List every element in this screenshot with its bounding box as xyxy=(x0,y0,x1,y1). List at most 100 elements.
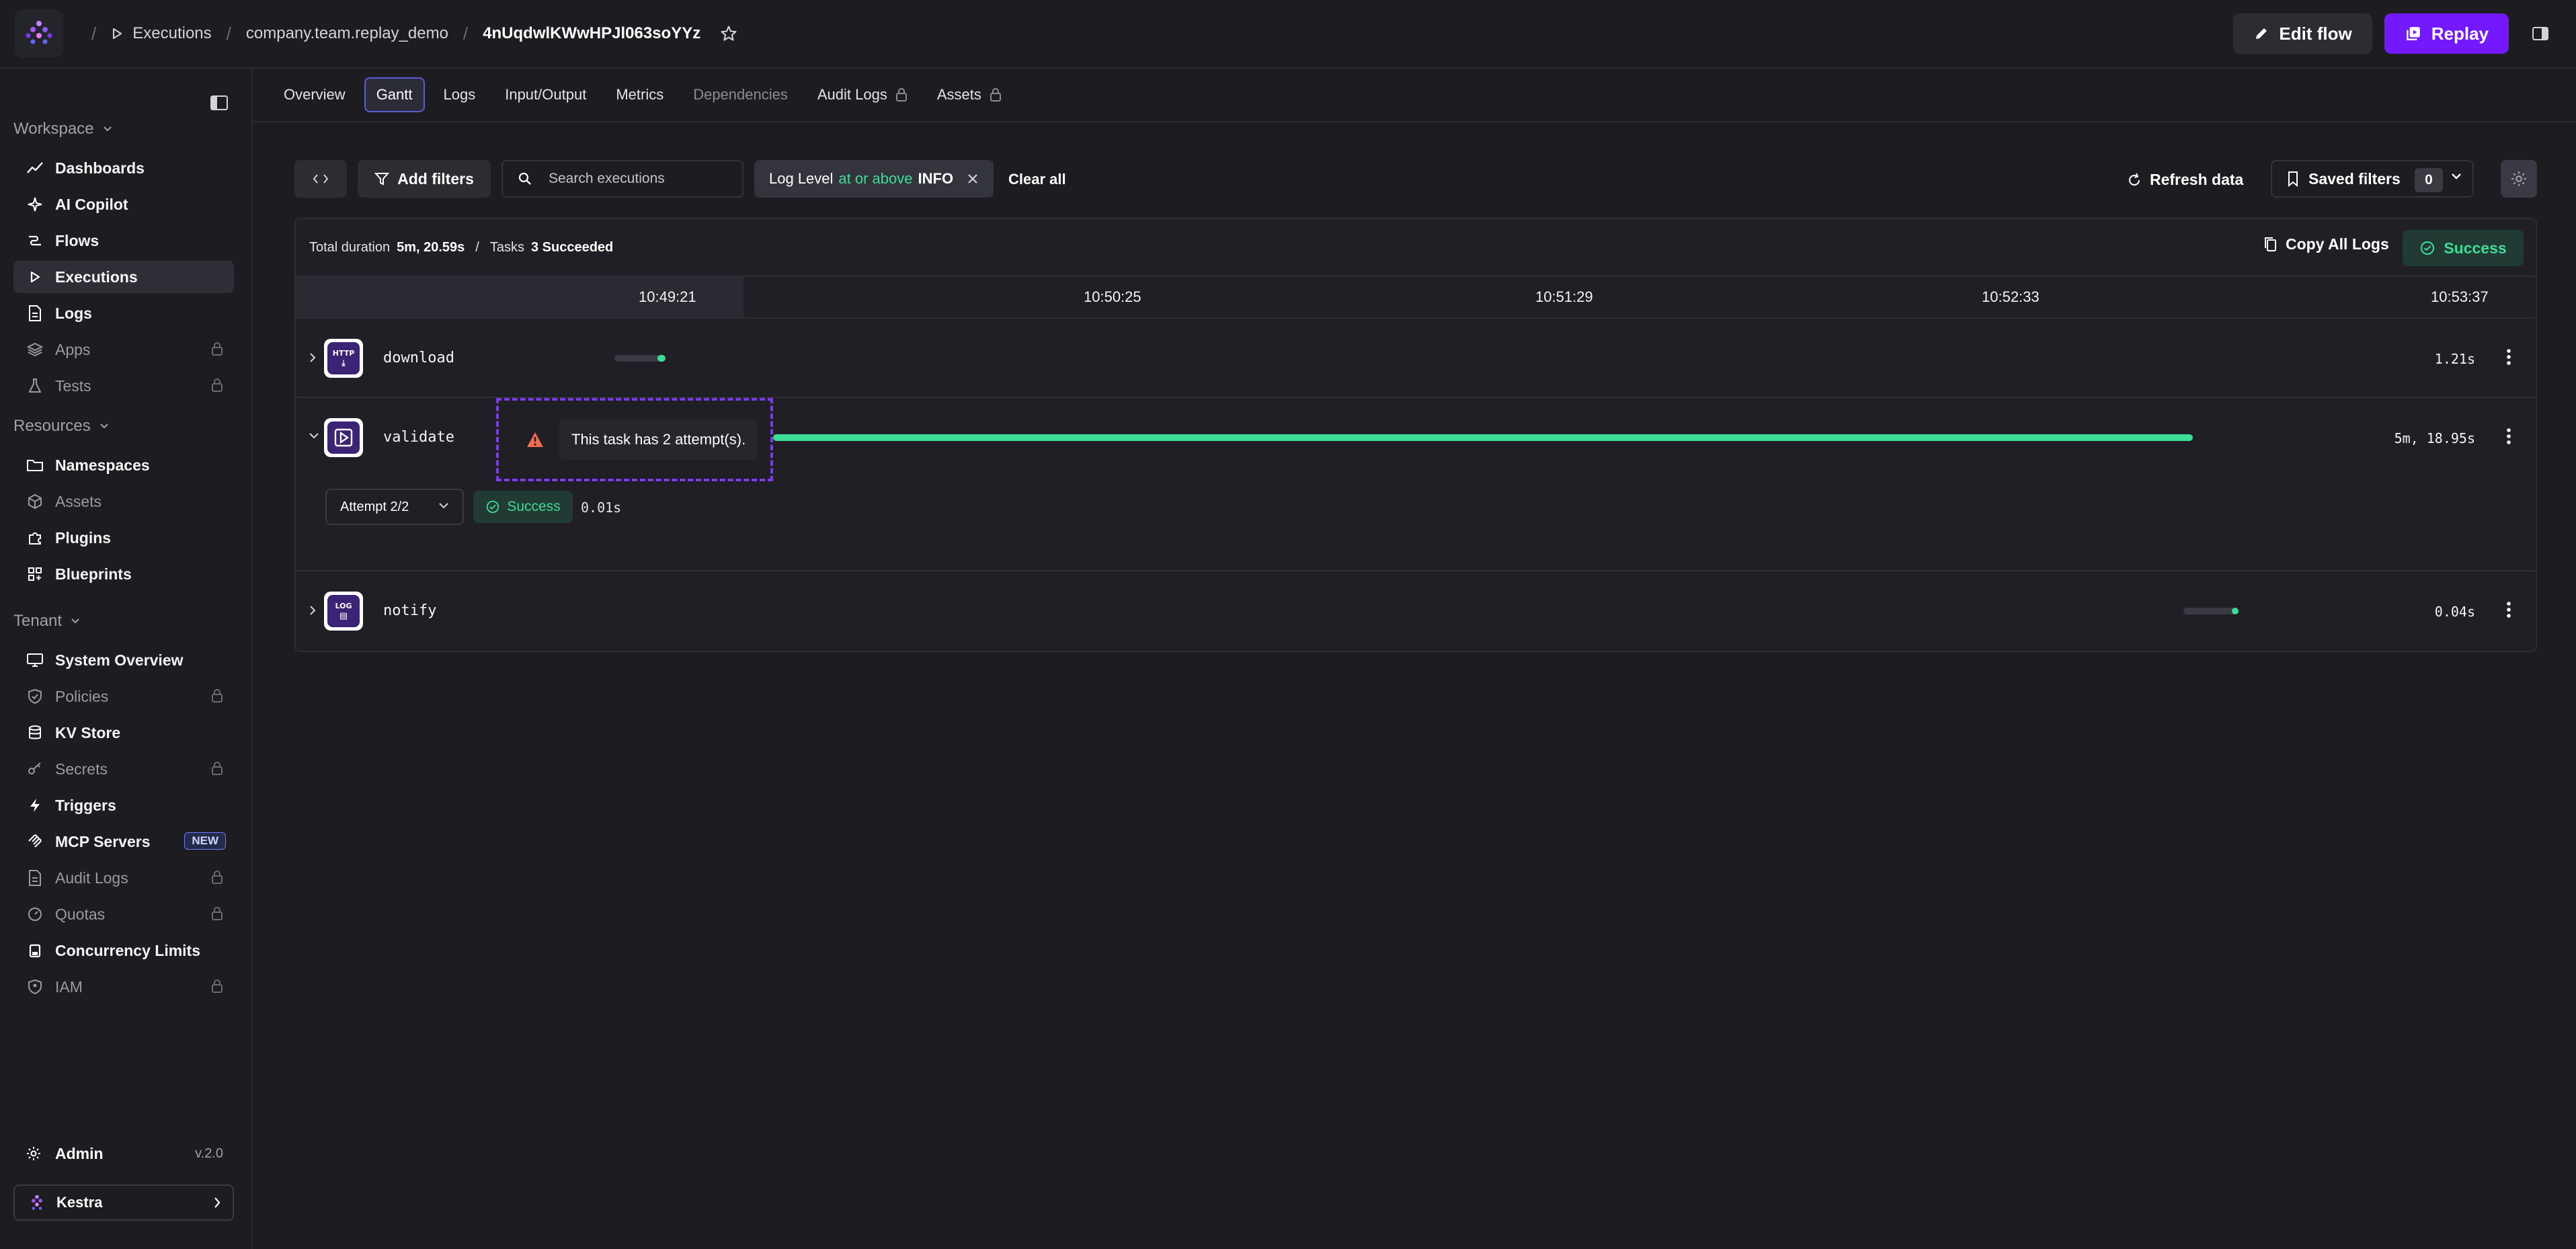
tab-label: Dependencies xyxy=(693,86,788,103)
add-filters-label: Add filters xyxy=(397,169,474,188)
right-panel-toggle-icon[interactable] xyxy=(2532,26,2549,42)
sidebar-item-tests[interactable]: Tests xyxy=(13,370,234,402)
chevron-right-icon[interactable] xyxy=(308,604,317,617)
edit-flow-button[interactable]: Edit flow xyxy=(2233,13,2372,54)
task-name: notify xyxy=(383,602,437,619)
chevron-down-icon[interactable] xyxy=(308,432,320,441)
puzzle-icon xyxy=(26,528,44,547)
chevron-down-icon xyxy=(437,501,450,511)
task-row-validate[interactable]: validate This task has 2 attempt(s). 5m,… xyxy=(296,398,2536,571)
resources-section-toggle[interactable]: Resources xyxy=(13,417,110,436)
attempt-select[interactable]: Attempt 2/2 xyxy=(325,489,464,525)
breadcrumb-executions[interactable]: Executions xyxy=(111,24,212,43)
table-settings-button[interactable] xyxy=(2501,160,2537,198)
saved-filters-count: 0 xyxy=(2415,168,2443,192)
task-bar[interactable] xyxy=(657,355,666,362)
sidebar-item-namespaces[interactable]: Namespaces xyxy=(13,449,234,481)
check-circle-icon xyxy=(487,500,499,514)
sidebar-item-policies[interactable]: Policies xyxy=(13,680,234,713)
sidebar-item-mcp-servers[interactable]: MCP Servers NEW xyxy=(13,825,234,858)
sidebar-item-kv-store[interactable]: KV Store xyxy=(13,717,234,749)
execution-summary: Total duration 5m, 20.59s / Tasks 3 Succ… xyxy=(296,219,2536,277)
kestra-logo[interactable] xyxy=(15,9,63,58)
sidebar-item-assets[interactable]: Assets xyxy=(13,485,234,518)
sidebar-item-label: Logs xyxy=(55,304,92,322)
sidebar-item-executions[interactable]: Executions xyxy=(13,261,234,293)
breadcrumb-namespace[interactable]: company.team.replay_demo xyxy=(246,24,448,43)
sidebar-item-system-overview[interactable]: System Overview xyxy=(13,644,234,676)
sparkle-icon xyxy=(26,195,44,214)
copy-all-logs-button[interactable]: Copy All Logs xyxy=(2263,235,2389,253)
tab-overview[interactable]: Overview xyxy=(273,77,356,112)
kebab-menu-icon[interactable] xyxy=(2506,601,2511,618)
attempt-status-label: Success xyxy=(507,499,561,514)
tab-metrics[interactable]: Metrics xyxy=(605,77,674,112)
task-row-notify[interactable]: LOG ▤ notify 0.04s xyxy=(296,571,2536,651)
tab-input-output[interactable]: Input/Output xyxy=(494,77,597,112)
kebab-menu-icon[interactable] xyxy=(2506,348,2511,366)
sidebar-item-ai-copilot[interactable]: AI Copilot xyxy=(13,188,234,220)
chevron-right-icon[interactable] xyxy=(308,351,317,364)
sidebar-item-label: KV Store xyxy=(55,723,121,741)
copy-all-logs-label: Copy All Logs xyxy=(2286,235,2389,253)
lock-icon xyxy=(211,378,223,393)
sidebar-item-concurrency-limits[interactable]: Concurrency Limits xyxy=(13,934,234,967)
shield-icon xyxy=(26,687,44,706)
sidebar-item-plugins[interactable]: Plugins xyxy=(13,522,234,554)
favorite-star-icon[interactable] xyxy=(719,24,738,43)
sidebar-item-blueprints[interactable]: Blueprints xyxy=(13,558,234,590)
sidebar-item-iam[interactable]: IAM xyxy=(13,971,234,1003)
workspace-section-toggle[interactable]: Workspace xyxy=(13,120,113,138)
search-input[interactable] xyxy=(547,170,725,188)
check-circle-icon xyxy=(2421,241,2435,255)
tab-audit-logs[interactable]: Audit Logs xyxy=(807,77,918,112)
kebab-menu-icon[interactable] xyxy=(2506,428,2511,445)
sidebar-item-label: Policies xyxy=(55,687,109,705)
sidebar-item-logs[interactable]: Logs xyxy=(13,297,234,329)
task-bar[interactable] xyxy=(773,434,2193,441)
tab-assets[interactable]: Assets xyxy=(926,77,1012,112)
tenant-section-toggle[interactable]: Tenant xyxy=(13,612,81,631)
tab-logs[interactable]: Logs xyxy=(433,77,487,112)
saved-filters-button[interactable]: Saved filters 0 xyxy=(2271,160,2474,198)
code-view-button[interactable] xyxy=(294,160,347,198)
validate-task-icon xyxy=(324,418,363,457)
sidebar-item-admin[interactable]: Admin v.2.0 xyxy=(13,1137,234,1170)
task-duration: 5m, 18.95s xyxy=(2394,430,2475,446)
tab-label: Assets xyxy=(936,86,981,103)
resources-section-label: Resources xyxy=(13,417,91,435)
tab-gantt[interactable]: Gantt xyxy=(364,77,425,112)
refresh-data-button[interactable]: Refresh data xyxy=(2127,171,2243,189)
sidebar-item-dashboards[interactable]: Dashboards xyxy=(13,152,234,184)
sidebar-item-audit-logs[interactable]: Audit Logs xyxy=(13,862,234,894)
close-icon[interactable] xyxy=(965,171,980,186)
clear-all-button[interactable]: Clear all xyxy=(1008,171,1066,188)
search-box[interactable] xyxy=(501,160,743,198)
sidebar-item-apps[interactable]: Apps xyxy=(13,333,234,366)
sidebar-item-label: IAM xyxy=(55,977,83,996)
kestra-logo-icon xyxy=(32,1195,42,1210)
mcp-icon xyxy=(26,832,44,851)
tenant-switcher[interactable]: Kestra xyxy=(13,1184,234,1221)
sidebar-item-secrets[interactable]: Secrets xyxy=(13,753,234,785)
total-duration-label: Total duration xyxy=(309,239,391,255)
breadcrumb-execution-id-label: 4nUqdwlKWwHPJl063soYYz xyxy=(483,24,701,42)
sidebar-collapse-icon[interactable] xyxy=(210,94,229,112)
sidebar-item-triggers[interactable]: Triggers xyxy=(13,789,234,821)
execution-tabs: Overview Gantt Logs Input/Output Metrics… xyxy=(253,69,2576,122)
task-bar-track xyxy=(614,355,661,362)
edit-flow-label: Edit flow xyxy=(2279,23,2352,44)
copy-icon xyxy=(2265,237,2276,251)
task-bar[interactable] xyxy=(2232,608,2239,614)
sidebar-item-flows[interactable]: Flows xyxy=(13,225,234,257)
add-filters-button[interactable]: Add filters xyxy=(358,160,491,198)
tab-dependencies[interactable]: Dependencies xyxy=(682,77,799,112)
sidebar-item-quotas[interactable]: Quotas xyxy=(13,898,234,930)
warning-triangle-icon xyxy=(527,432,543,447)
log-level-filter-chip[interactable]: Log Level at or above INFO xyxy=(754,160,994,198)
task-row-download[interactable]: HTTP ⤓ download 1.21s xyxy=(296,319,2536,398)
filter-icon xyxy=(374,173,390,186)
timeline-header: 10:49:21 10:50:25 10:51:29 10:52:33 10:5… xyxy=(296,277,2536,319)
sidebar-item-label: Triggers xyxy=(55,796,116,814)
replay-button[interactable]: Replay xyxy=(2384,13,2509,54)
